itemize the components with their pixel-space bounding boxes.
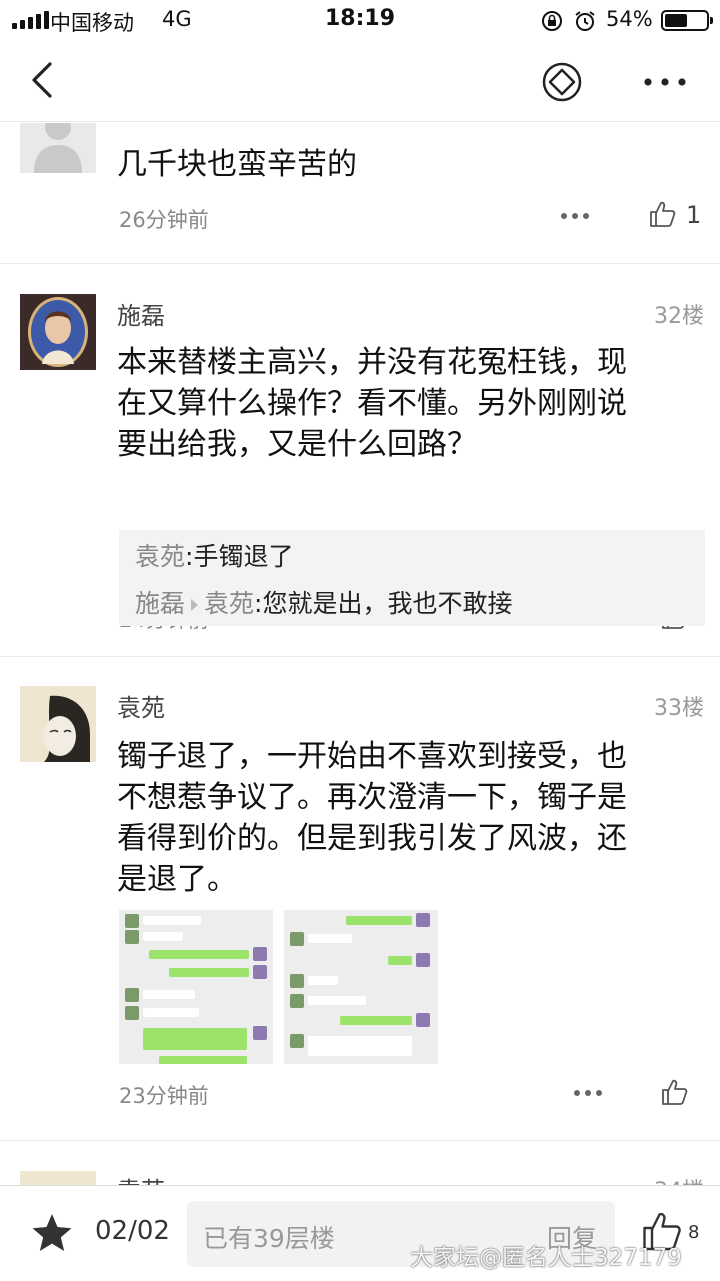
avatar <box>20 686 96 762</box>
comment-text-line: 不想惹争议了。再次澄清一下，镯子是 <box>117 780 627 815</box>
sub-replies: 袁苑:手镯退了 施磊 袁苑:您就是出，我也不敢接 <box>119 530 705 626</box>
avatar <box>20 123 96 173</box>
comment-author[interactable]: 施磊 <box>117 296 165 331</box>
post-like-count: 8 <box>688 1222 700 1243</box>
comment-more-button[interactable] <box>561 213 589 219</box>
floor-number: 34楼 <box>654 1173 704 1185</box>
more-button[interactable] <box>642 60 688 104</box>
battery-percent: 54% <box>606 7 653 31</box>
like-count: 1 <box>686 201 702 229</box>
battery-fill <box>665 14 687 27</box>
battery-icon <box>661 10 713 31</box>
sub-reply[interactable]: 施磊 袁苑:您就是出，我也不敢接 <box>135 584 512 620</box>
comment-item: 几千块也蛮辛苦的 26分钟前 1 <box>0 123 720 264</box>
comment-list: 几千块也蛮辛苦的 26分钟前 1 施磊 32楼 本来替楼主高兴，并没有花冤枉钱，… <box>0 123 720 1185</box>
avatar <box>20 294 96 370</box>
floor-number: 32楼 <box>654 304 704 329</box>
comment-text-line: 镯子退了，一开始由不喜欢到接受，也 <box>117 739 627 774</box>
portrait-avatar-image <box>20 294 96 370</box>
comment-more-button[interactable] <box>574 1090 602 1096</box>
reply-target[interactable]: 袁苑 <box>204 589 254 618</box>
reply-author[interactable]: 袁苑 <box>135 542 185 571</box>
reply-text: 手镯退了 <box>193 542 294 571</box>
comment-item: 袁苑 34楼 <box>0 1141 720 1185</box>
reply-author[interactable]: 施磊 <box>135 589 185 618</box>
comment-text-line: 看得到价的。但是到我引发了风波，还 <box>117 821 627 856</box>
comment-image[interactable] <box>284 910 438 1064</box>
avatar <box>20 1171 96 1185</box>
comment-text: 镯子退了，一开始由不喜欢到接受，也 不想惹争议了。再次澄清一下，镯子是 看得到价… <box>117 736 697 900</box>
comment-text-line: 是退了。 <box>117 862 237 897</box>
watermark: 大家坛@匿名人士327179 <box>410 1245 682 1271</box>
comment-author[interactable]: 袁苑 <box>117 688 165 723</box>
comment-author[interactable]: 袁苑 <box>117 1171 165 1185</box>
rotation-lock-icon <box>542 11 562 31</box>
comment-text-line: 本来替楼主高兴，并没有花冤枉钱，现 <box>117 345 627 380</box>
floor-number: 33楼 <box>654 696 704 721</box>
photo-avatar-image <box>20 686 96 762</box>
comment-text-line: 在又算什么操作？看不懂。另外刚刚说 <box>117 386 627 421</box>
like-icon[interactable] <box>660 1078 688 1106</box>
reply-text: 您就是出，我也不敢接 <box>262 589 513 618</box>
comment-text: 本来替楼主高兴，并没有花冤枉钱，现 在又算什么操作？看不懂。另外刚刚说 要出给我… <box>117 342 697 465</box>
default-avatar-icon <box>20 123 96 173</box>
back-button[interactable] <box>22 58 66 102</box>
reply-placeholder: 已有39层楼 <box>203 1224 335 1253</box>
favorite-star-button[interactable] <box>30 1212 74 1258</box>
alarm-icon <box>575 11 595 31</box>
favorite-button[interactable] <box>540 60 584 104</box>
comment-text: 几千块也蛮辛苦的 <box>117 147 357 182</box>
comment-text-line: 要出给我，又是什么回路？ <box>117 427 477 462</box>
reply-to-arrow-icon <box>191 599 199 611</box>
sub-reply[interactable]: 袁苑:手镯退了 <box>135 537 293 573</box>
diamond-circle-icon <box>542 62 582 102</box>
page-indicator[interactable]: 02/02 <box>95 1216 170 1246</box>
more-dots-icon <box>644 78 686 86</box>
star-icon <box>32 1214 72 1251</box>
nav-bar <box>0 40 720 122</box>
comment-item: 袁苑 33楼 镯子退了，一开始由不喜欢到接受，也 不想惹争议了。再次澄清一下，镯… <box>0 657 720 1141</box>
status-bar: 中国移动 4G 18:19 54% <box>0 0 720 40</box>
chevron-left-icon <box>32 62 52 98</box>
like-icon[interactable] <box>648 200 676 228</box>
comment-time: 26分钟前 <box>119 208 209 232</box>
comment-time: 23分钟前 <box>119 1084 209 1108</box>
comment-image[interactable] <box>119 910 273 1064</box>
